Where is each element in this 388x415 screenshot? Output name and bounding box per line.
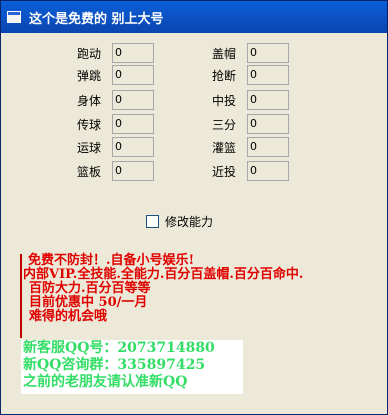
stat-input-tantiao[interactable]: 0	[112, 65, 154, 85]
stat-input-paodong[interactable]: 0	[112, 43, 154, 63]
stat-label: 中投	[211, 93, 236, 108]
notice-line: 百防大力.百分百等等	[29, 281, 151, 296]
stat-row-paodong: 跑动 0	[41, 42, 154, 64]
contact-line: 新客服QQ号：2073714880	[23, 340, 215, 356]
stat-row-zhongtou: 中投 0	[176, 89, 289, 111]
stat-label: 运球	[76, 140, 101, 155]
promo-notice: 免费不防封！.自备小号娱乐! 内部VIP.全技能.全能力.百分百盖帽.百分百命中…	[20, 254, 377, 338]
stat-row-chuanqiu: 传球 0	[41, 113, 154, 135]
modify-ability-checkbox[interactable]	[146, 215, 159, 228]
window-title: 这个是免费的 别上大号	[29, 11, 164, 27]
title-bar[interactable]: 这个是免费的 别上大号	[1, 1, 387, 33]
stat-input-guanlan[interactable]: 0	[247, 137, 289, 157]
window-icon	[7, 11, 21, 23]
stat-label: 盖帽	[211, 46, 236, 61]
stat-label: 抢断	[211, 68, 236, 83]
notice-line: 免费不防封！.自备小号娱乐!	[28, 253, 195, 268]
stat-input-chuanqiu[interactable]: 0	[112, 114, 154, 134]
stat-row-sanfen: 三分 0	[176, 113, 289, 135]
stat-row-tantiao: 弹跳 0	[41, 64, 154, 86]
stat-row-yunqiu: 运球 0	[41, 136, 154, 158]
modify-ability-label: 修改能力	[165, 215, 214, 229]
stat-input-shenti[interactable]: 0	[112, 90, 154, 110]
stat-row-guanlan: 灌篮 0	[176, 136, 289, 158]
stat-label: 传球	[76, 117, 101, 132]
stat-label: 近投	[211, 164, 236, 179]
stat-input-lanban[interactable]: 0	[112, 161, 154, 181]
stat-row-gaimao: 盖帽 0	[176, 42, 289, 64]
notice-line: 难得的机会哦	[29, 309, 108, 324]
contact-line: 新QQ咨询群：335897425	[23, 357, 206, 373]
app-window: 这个是免费的 别上大号 跑动 0 弹跳 0 身体 0 传球 0 运球 0 篮板 …	[0, 0, 388, 415]
stat-row-shenti: 身体 0	[41, 89, 154, 111]
contact-info: 新客服QQ号：2073714880 新QQ咨询群：335897425 之前的老朋…	[21, 340, 243, 394]
stat-label: 弹跳	[76, 68, 101, 83]
stat-input-qiangduan[interactable]: 0	[247, 65, 289, 85]
stat-label: 篮板	[76, 164, 101, 179]
stat-label: 跑动	[76, 46, 101, 61]
notice-line: 内部VIP.全技能.全能力.百分百盖帽.百分百命中.	[23, 267, 304, 282]
stat-row-lanban: 篮板 0	[41, 160, 154, 182]
stat-label: 三分	[211, 117, 236, 132]
stat-input-gaimao[interactable]: 0	[247, 43, 289, 63]
stat-label: 身体	[76, 93, 101, 108]
modify-ability-toggle[interactable]: 修改能力	[146, 213, 213, 230]
stat-label: 灌篮	[211, 140, 236, 155]
stat-row-qiangduan: 抢断 0	[176, 64, 289, 86]
stat-input-zhongtou[interactable]: 0	[247, 90, 289, 110]
stat-input-yunqiu[interactable]: 0	[112, 137, 154, 157]
stat-input-jintou[interactable]: 0	[247, 161, 289, 181]
stat-row-jintou: 近投 0	[176, 160, 289, 182]
stat-input-sanfen[interactable]: 0	[247, 114, 289, 134]
notice-line: 目前优惠中 50/一月	[29, 295, 148, 310]
contact-line: 之前的老朋友请认准新QQ	[23, 374, 188, 390]
